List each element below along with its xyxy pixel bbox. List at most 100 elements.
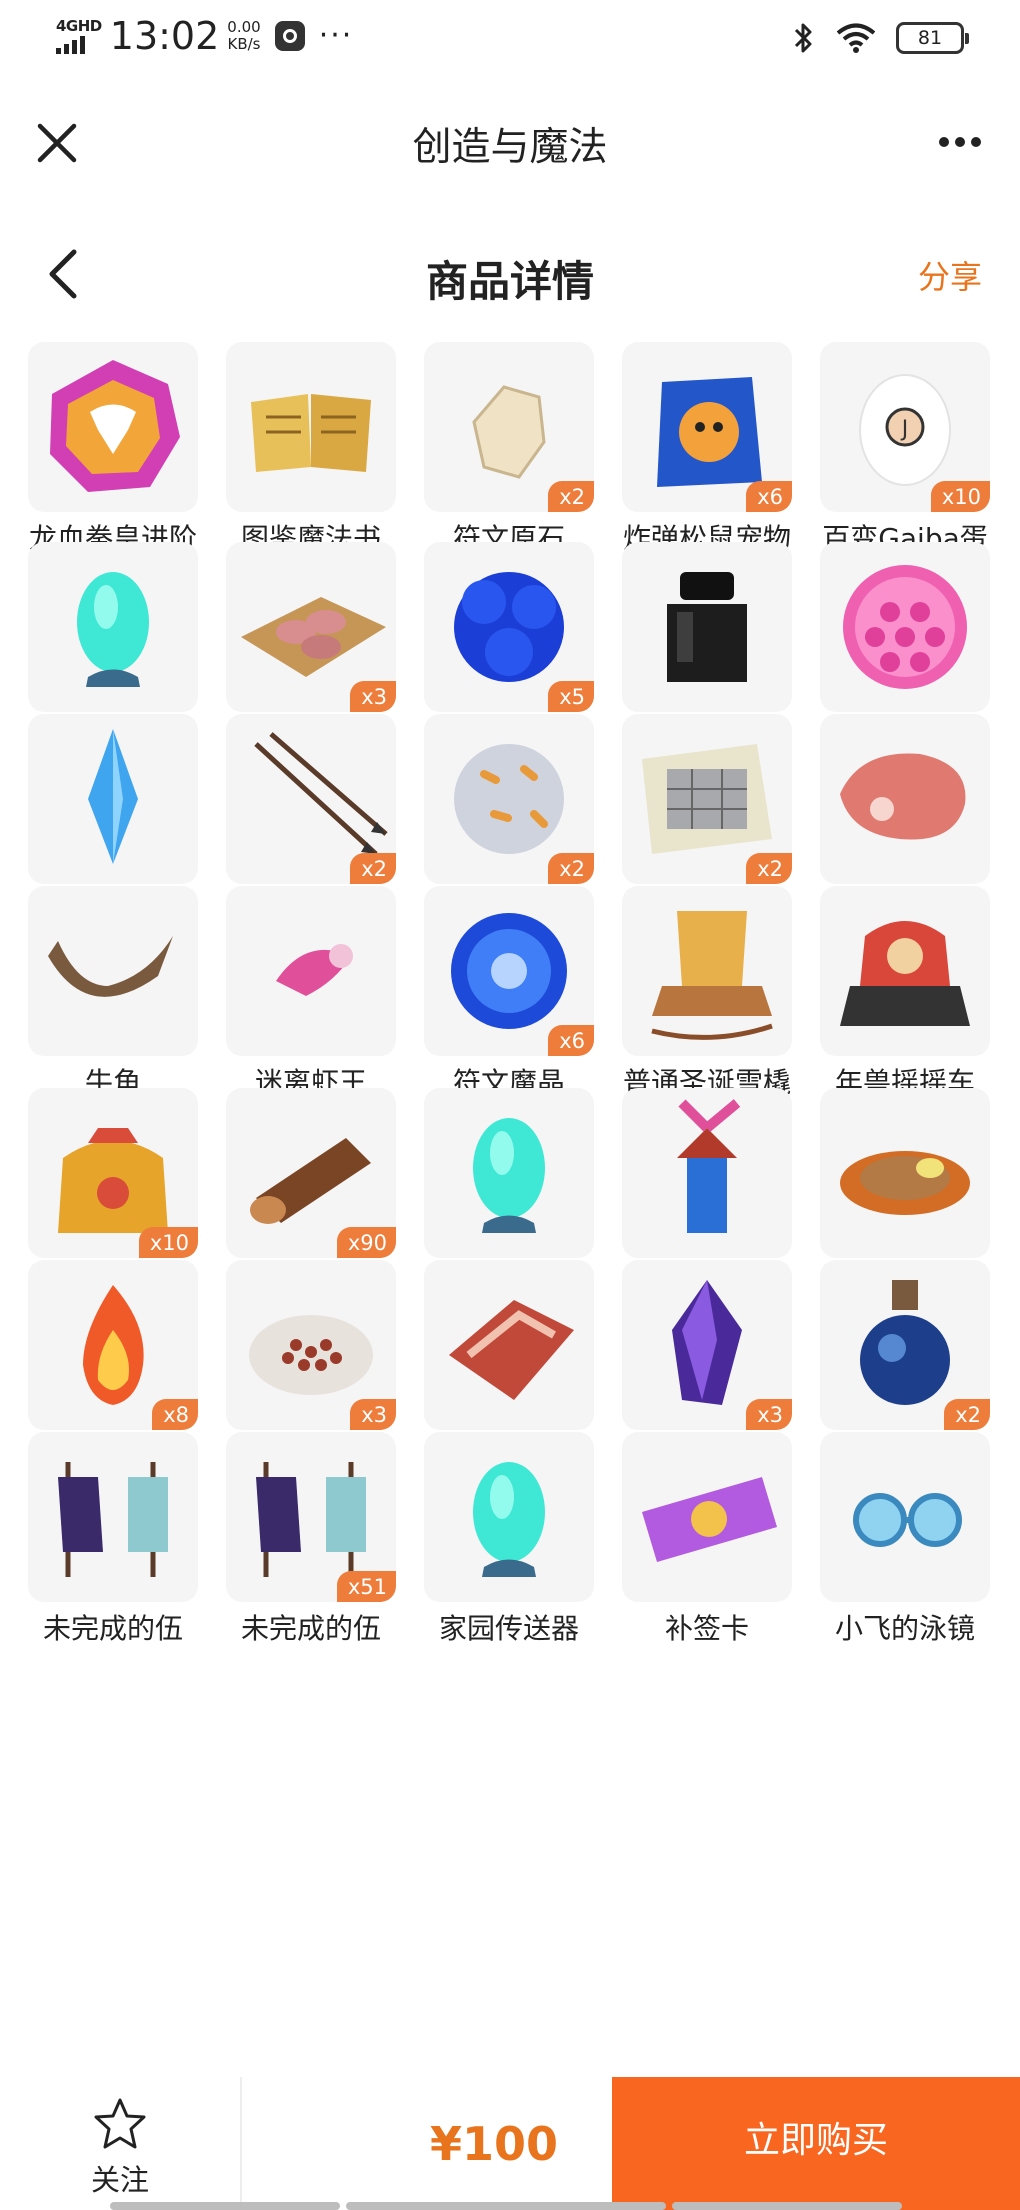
svg-text:J: J xyxy=(900,417,909,442)
item-thumbnail: x6 xyxy=(622,342,792,512)
item-thumbnail: x51 xyxy=(226,1432,396,1602)
item-grid: 龙血拳皇进阶石图鉴魔法书x2符文原石x6炸弹松鼠宠物粮Jx10百变Gaiba蛋家… xyxy=(0,342,1020,2077)
quantity-badge: x5 xyxy=(548,681,594,712)
star-icon xyxy=(94,2098,146,2149)
app-bar: 创造与魔法 xyxy=(0,100,1020,190)
item-thumbnail xyxy=(28,542,198,712)
goggles-icon xyxy=(853,1493,962,1547)
item-thumbnail: x5 xyxy=(424,542,594,712)
item-thumbnail xyxy=(424,1088,594,1258)
quantity-badge: x2 xyxy=(746,853,792,884)
quantity-badge: x3 xyxy=(746,1399,792,1430)
item-thumbnail: x3 xyxy=(226,542,396,712)
bottom-bar: 关注 ¥100 立即购买 xyxy=(0,2077,1020,2210)
book-icon xyxy=(251,394,371,472)
item-name: 家园传送器 xyxy=(438,1612,579,1645)
teleporter-icon xyxy=(473,1462,545,1577)
signal-icon: 4GHD xyxy=(56,18,102,54)
quantity-badge: x3 xyxy=(350,681,396,712)
app-title: 创造与魔法 xyxy=(412,125,608,170)
item-thumbnail: x10 xyxy=(28,1088,198,1258)
quantity-badge: x3 xyxy=(350,1399,396,1430)
follow-label: 关注 xyxy=(90,2163,149,2197)
gem-icon xyxy=(50,360,180,492)
ink-bottle-icon xyxy=(667,572,747,682)
costume-rack-icon xyxy=(58,1462,168,1577)
item-thumbnail xyxy=(820,886,990,1056)
item-thumbnail: x2 xyxy=(424,714,594,884)
quantity-badge: x2 xyxy=(548,481,594,512)
scroll-indicator xyxy=(110,2202,910,2210)
quantity-badge: x2 xyxy=(350,853,396,884)
quantity-badge: x51 xyxy=(336,1571,396,1602)
item-thumbnail xyxy=(622,1432,792,1602)
more-options-button[interactable] xyxy=(930,122,990,162)
item-thumbnail: x2 xyxy=(424,342,594,512)
page-title: 商品详情 xyxy=(425,257,594,306)
rocking-car-icon xyxy=(840,921,970,1026)
item-thumbnail xyxy=(622,1088,792,1258)
shrimp-icon xyxy=(276,944,353,996)
item-thumbnail: x6 xyxy=(424,886,594,1056)
network-speed: 0.00 KB/s xyxy=(227,19,260,53)
item-thumbnail xyxy=(226,886,396,1056)
item-thumbnail: x3 xyxy=(622,1260,792,1430)
notification-app-icon xyxy=(274,21,305,51)
item-thumbnail xyxy=(820,714,990,884)
quantity-badge: x10 xyxy=(930,481,990,512)
bacon-icon xyxy=(449,1300,574,1400)
quantity-badge: x6 xyxy=(548,1025,594,1056)
speed-unit: KB/s xyxy=(227,35,261,53)
teleporter-icon xyxy=(473,1118,545,1233)
item-name: 未完成的伍 xyxy=(42,1612,183,1645)
item-thumbnail: x2 xyxy=(226,714,396,884)
price: ¥100 xyxy=(430,2117,559,2171)
network-type: 4GHD xyxy=(56,17,102,35)
item-thumbnail: Jx10 xyxy=(820,342,990,512)
item-thumbnail: x90 xyxy=(226,1088,396,1258)
item-thumbnail: x2 xyxy=(820,1260,990,1430)
follow-button[interactable]: 关注 xyxy=(0,2077,242,2210)
speed-value: 0.00 xyxy=(227,18,261,36)
item-thumbnail xyxy=(28,1432,198,1602)
share-button[interactable]: 分享 xyxy=(918,252,982,298)
blue-crystal-icon xyxy=(88,729,138,864)
item-thumbnail xyxy=(424,1432,594,1602)
item-name: 未完成的伍 xyxy=(240,1612,381,1645)
item-thumbnail xyxy=(226,342,396,512)
windmill-icon xyxy=(677,1099,741,1233)
quantity-badge: x90 xyxy=(336,1227,396,1258)
item-thumbnail xyxy=(820,1432,990,1602)
item-name: 补签卡 xyxy=(664,1612,749,1645)
item-thumbnail xyxy=(28,886,198,1056)
status-bar: 4GHD 13:02 0.00 KB/s ··· 81 xyxy=(0,0,1020,80)
clock: 13:02 xyxy=(109,14,220,58)
item-thumbnail xyxy=(424,1260,594,1430)
wifi-icon xyxy=(836,23,876,53)
battery-icon: 81 xyxy=(896,22,969,54)
quantity-badge: x10 xyxy=(138,1227,198,1258)
item-name: 小飞的泳镜 xyxy=(834,1612,975,1645)
buy-now-button[interactable]: 立即购买 xyxy=(612,2077,1020,2210)
horn-icon xyxy=(48,936,173,997)
sled-icon xyxy=(651,911,773,1040)
ticket-icon xyxy=(642,1477,777,1562)
item-thumbnail: x8 xyxy=(28,1260,198,1430)
bluetooth-icon xyxy=(794,23,812,53)
quantity-badge: x6 xyxy=(746,481,792,512)
chicken-leg-icon xyxy=(840,1151,970,1215)
item-thumbnail: x2 xyxy=(622,714,792,884)
quantity-badge: x8 xyxy=(152,1399,198,1430)
quantity-badge: x2 xyxy=(944,1399,990,1430)
item-thumbnail xyxy=(820,1088,990,1258)
item-thumbnail xyxy=(28,714,198,884)
steak-icon xyxy=(840,753,966,840)
item-thumbnail xyxy=(622,542,792,712)
item-thumbnail: x3 xyxy=(226,1260,396,1430)
item-thumbnail xyxy=(820,542,990,712)
more-notifications: ··· xyxy=(318,18,354,53)
item-thumbnail xyxy=(622,886,792,1056)
natan-power-icon xyxy=(843,565,967,689)
quantity-badge: x2 xyxy=(548,853,594,884)
teleporter-icon xyxy=(77,572,149,687)
